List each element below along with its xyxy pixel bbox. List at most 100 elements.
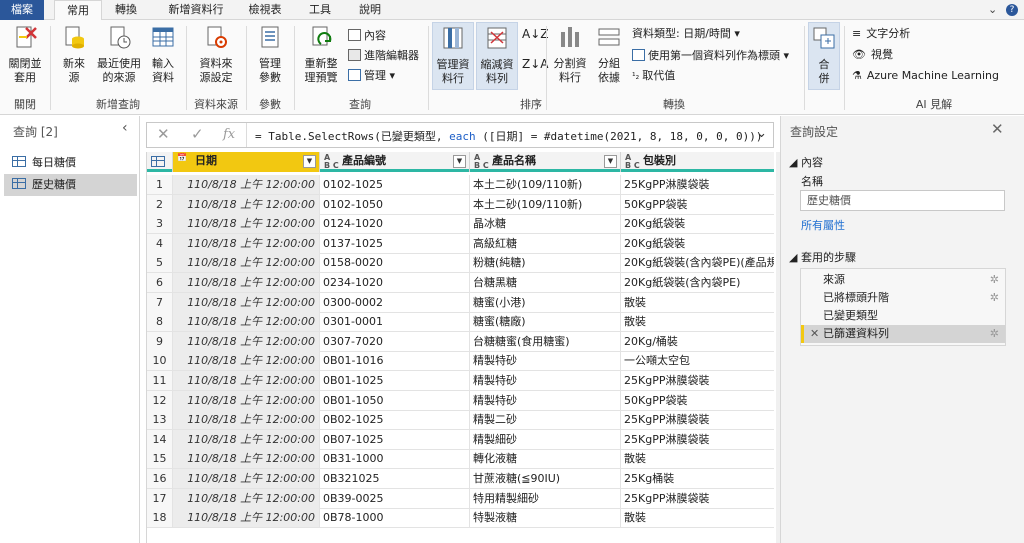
replace-values-button[interactable]: ¹₂ 取代值: [632, 68, 675, 85]
table-row[interactable]: 12 110/8/18 上午 12:00:00 0B01-1050 精製特砂 50KgP…: [147, 390, 774, 411]
applied-steps-section[interactable]: ◢ 套用的步驟: [789, 249, 856, 265]
date-cell[interactable]: 110/8/18 上午 12:00:00: [173, 469, 320, 488]
product-code-cell[interactable]: 0300-0002: [320, 292, 470, 312]
product-code-cell[interactable]: 0B31-1000: [320, 449, 470, 469]
row-number[interactable]: 17: [147, 488, 173, 508]
product-name-cell[interactable]: 特用精製細砂: [470, 488, 621, 508]
row-number[interactable]: 14: [147, 429, 173, 449]
formula-text[interactable]: = Table.SelectRows(已變更類型, each ([日期] = #…: [255, 128, 762, 144]
date-cell[interactable]: 110/8/18 上午 12:00:00: [173, 410, 320, 430]
tab-tools[interactable]: 工具: [300, 0, 340, 20]
refresh-preview-button[interactable]: 重新整 理預覽: [298, 24, 344, 85]
product-code-cell[interactable]: 0B02-1025: [320, 410, 470, 430]
cancel-formula-icon[interactable]: ✕: [157, 125, 170, 143]
packaging-cell[interactable]: 散裝: [621, 293, 774, 312]
table-row[interactable]: 14 110/8/18 上午 12:00:00 0B07-1025 精製細砂 25KgP…: [147, 429, 774, 450]
product-code-cell[interactable]: 0B01-1016: [320, 351, 470, 371]
table-row[interactable]: 15 110/8/18 上午 12:00:00 0B31-1000 轉化液糖 散裝: [147, 449, 774, 470]
enter-data-button[interactable]: 輸入 資料: [146, 24, 180, 85]
azure-ml-button[interactable]: ⚗ Azure Machine Learning: [852, 68, 999, 84]
product-code-cell[interactable]: 0B39-0025: [320, 488, 470, 508]
tab-help[interactable]: 說明: [350, 0, 390, 20]
packaging-cell[interactable]: 25KgPP淋膜袋裝: [621, 489, 774, 508]
table-menu-icon[interactable]: [147, 152, 173, 172]
product-code-cell[interactable]: 0158-0020: [320, 253, 470, 273]
product-name-cell[interactable]: 精製特砂: [470, 371, 621, 390]
applied-step-selected[interactable]: ✕ 已篩選資料列 ✲: [801, 325, 1005, 343]
manage-columns-button[interactable]: 管理資 料行: [432, 22, 474, 90]
packaging-cell[interactable]: 一公噸太空包: [621, 351, 774, 370]
product-code-cell[interactable]: 0234-1020: [320, 273, 470, 292]
data-type-dropdown[interactable]: 資料類型: 日期/時間 ▾: [632, 26, 740, 42]
applied-step[interactable]: 已變更類型: [801, 307, 1005, 325]
use-first-row-header-button[interactable]: 使用第一個資料列作為標頭 ▾: [632, 48, 789, 64]
product-name-cell[interactable]: 精製特砂: [470, 351, 621, 371]
date-cell[interactable]: 110/8/18 上午 12:00:00: [173, 194, 320, 214]
date-cell[interactable]: 110/8/18 上午 12:00:00: [173, 429, 320, 449]
product-code-cell[interactable]: 0102-1050: [320, 194, 470, 214]
column-dropdown-icon[interactable]: ▼: [453, 155, 466, 168]
product-name-cell[interactable]: 本土二砂(109/110新): [470, 175, 621, 194]
gear-icon[interactable]: ✲: [990, 271, 999, 289]
tab-transform[interactable]: 轉換: [104, 0, 148, 20]
data-source-settings-button[interactable]: 資料來 源設定: [190, 24, 242, 85]
date-cell[interactable]: 110/8/18 上午 12:00:00: [173, 292, 320, 312]
column-header-date[interactable]: 📅 日期 ▼: [173, 152, 320, 172]
column-dropdown-icon[interactable]: ▼: [604, 155, 617, 168]
sort-descending-button[interactable]: Z↓A: [522, 56, 548, 72]
table-row[interactable]: 10 110/8/18 上午 12:00:00 0B01-1016 精製特砂 一公噸太空…: [147, 351, 774, 372]
column-header-product-name[interactable]: AB C 產品名稱 ▼: [470, 152, 621, 172]
date-cell[interactable]: 110/8/18 上午 12:00:00: [173, 351, 320, 371]
group-by-button[interactable]: 分組 依據: [592, 24, 626, 85]
query-name-input[interactable]: 歷史糖價: [800, 190, 1005, 211]
table-row[interactable]: 5 110/8/18 上午 12:00:00 0158-0020 粉糖(純糖) 20Kg…: [147, 253, 774, 274]
packaging-cell[interactable]: 散裝: [621, 312, 774, 331]
row-number[interactable]: 9: [147, 331, 173, 351]
product-name-cell[interactable]: 糖蜜(糖廠): [470, 312, 621, 332]
help-icon[interactable]: ?: [1006, 4, 1018, 16]
row-number[interactable]: 15: [147, 449, 173, 469]
vision-button[interactable]: 👁 視覺: [852, 47, 893, 63]
column-header-packaging[interactable]: AB C 包裝別: [621, 152, 774, 172]
table-row[interactable]: 1 110/8/18 上午 12:00:00 0102-1025 本土二砂(109/1…: [147, 175, 774, 195]
product-code-cell[interactable]: 0B321025: [320, 469, 470, 488]
product-name-cell[interactable]: 甘蔗液糖(≦90IU): [470, 469, 621, 488]
applied-step[interactable]: 來源 ✲: [801, 271, 1005, 289]
date-cell[interactable]: 110/8/18 上午 12:00:00: [173, 253, 320, 273]
date-cell[interactable]: 110/8/18 上午 12:00:00: [173, 390, 320, 410]
expand-formula-icon[interactable]: ⌄: [756, 126, 767, 141]
properties-section[interactable]: ◢ 內容: [789, 154, 823, 170]
product-name-cell[interactable]: 晶冰糖: [470, 214, 621, 234]
advanced-editor-button[interactable]: 進階編輯器: [348, 48, 419, 64]
date-cell[interactable]: 110/8/18 上午 12:00:00: [173, 312, 320, 332]
close-icon[interactable]: ✕: [991, 120, 1004, 138]
tab-add-column[interactable]: 新增資料行: [158, 0, 234, 20]
row-number[interactable]: 16: [147, 469, 173, 488]
product-name-cell[interactable]: 特製液糖: [470, 508, 621, 528]
packaging-cell[interactable]: 20Kg紙袋裝: [621, 234, 774, 253]
table-row[interactable]: 9 110/8/18 上午 12:00:00 0307-7020 台糖糖蜜(食用糖蜜)…: [147, 331, 774, 352]
packaging-cell[interactable]: 25KgPP淋膜袋裝: [621, 410, 774, 429]
packaging-cell[interactable]: 25KgPP淋膜袋裝: [621, 430, 774, 449]
packaging-cell[interactable]: 散裝: [621, 508, 774, 527]
confirm-formula-icon[interactable]: ✓: [191, 125, 204, 143]
merge-button[interactable]: 合 併: [808, 22, 840, 90]
table-row[interactable]: 17 110/8/18 上午 12:00:00 0B39-0025 特用精製細砂 25K…: [147, 488, 774, 509]
row-number[interactable]: 1: [147, 175, 173, 194]
date-cell[interactable]: 110/8/18 上午 12:00:00: [173, 371, 320, 390]
date-cell[interactable]: 110/8/18 上午 12:00:00: [173, 331, 320, 351]
row-number[interactable]: 2: [147, 194, 173, 214]
table-row[interactable]: 4 110/8/18 上午 12:00:00 0137-1025 高級紅糖 20Kg紙袋…: [147, 233, 774, 254]
product-name-cell[interactable]: 高級紅糖: [470, 233, 621, 253]
column-header-product-code[interactable]: AB C 產品編號 ▼: [320, 152, 470, 172]
packaging-cell[interactable]: 20Kg紙袋裝: [621, 214, 774, 233]
product-code-cell[interactable]: 0307-7020: [320, 331, 470, 351]
product-code-cell[interactable]: 0B01-1050: [320, 390, 470, 410]
table-row[interactable]: 11 110/8/18 上午 12:00:00 0B01-1025 精製特砂 25KgP…: [147, 371, 774, 391]
table-row[interactable]: 7 110/8/18 上午 12:00:00 0300-0002 糖蜜(小港) 散裝: [147, 292, 774, 313]
product-code-cell[interactable]: 0B07-1025: [320, 429, 470, 449]
product-name-cell[interactable]: 精製二砂: [470, 410, 621, 430]
row-number[interactable]: 7: [147, 292, 173, 312]
table-row[interactable]: 2 110/8/18 上午 12:00:00 0102-1050 本土二砂(109/1…: [147, 194, 774, 215]
product-name-cell[interactable]: 粉糖(純糖): [470, 253, 621, 273]
